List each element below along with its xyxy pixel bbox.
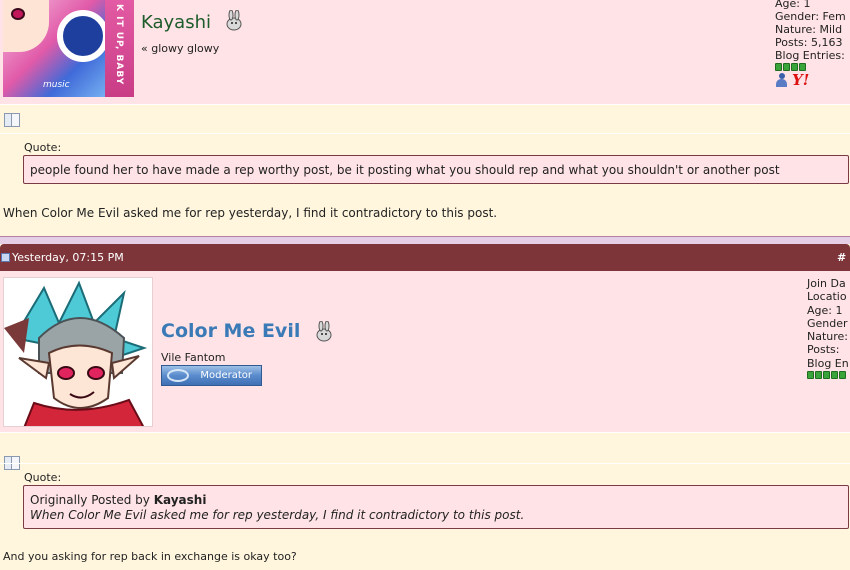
bunny-icon [226, 9, 242, 31]
post1-avatar[interactable]: K IT UP, BABY music [3, 0, 134, 97]
post2-userinfo: Join Da Locatio Age: 1 Gender Nature: Po… [807, 277, 849, 380]
avatar-eye-shape [11, 8, 25, 20]
post2-permalink[interactable]: # [837, 251, 846, 264]
moderator-badge: Moderator [161, 365, 262, 386]
rep-pip [831, 371, 838, 380]
divider [0, 432, 850, 433]
reputation-pips [807, 371, 849, 380]
divider [0, 133, 850, 134]
userinfo-line: Gender [807, 316, 848, 330]
userinfo-line: Blog Entries: [775, 49, 845, 62]
post-separator [0, 236, 850, 244]
rep-pip [807, 371, 814, 380]
userinfo-line: Gender: Fem [775, 10, 846, 23]
user-online-icon[interactable] [775, 73, 788, 87]
avatar-illustration [4, 278, 152, 426]
divider [0, 463, 850, 464]
quote-originally-label: Originally Posted by [30, 493, 150, 507]
avatar-headphone-shape [57, 10, 109, 62]
rep-pip [775, 63, 782, 71]
yahoo-icon[interactable]: Y! [792, 73, 809, 88]
post1-quote-box: people found her to have made a rep wort… [23, 155, 849, 184]
post1-body: When Color Me Evil asked me for rep yest… [3, 206, 498, 220]
post2-avatar[interactable] [3, 277, 153, 427]
userinfo-line: Age: 1 [775, 0, 811, 10]
avatar-stripe: K IT UP, BABY [105, 0, 134, 97]
rep-pip [815, 371, 822, 380]
post-doc-icon [3, 112, 20, 127]
post2-quote-text: When Color Me Evil asked me for rep yest… [30, 508, 525, 522]
reputation-pips [775, 63, 846, 71]
rep-pip [823, 371, 830, 380]
quote-attribution: Originally Posted by Kayashi [30, 493, 842, 508]
divider [0, 104, 850, 105]
post2-quote-label: Quote: [24, 471, 62, 484]
moderator-badge-label: Moderator [200, 370, 252, 381]
post-status-icon [1, 253, 10, 262]
post1-quote-label: Quote: [24, 141, 62, 154]
userinfo-line: Posts: [807, 343, 840, 357]
post1-username[interactable]: Kayashi [141, 9, 245, 33]
avatar-caption: music [43, 80, 70, 90]
post2-user-title: Vile Fantom [161, 351, 226, 364]
userinfo-line: Nature: [807, 330, 849, 344]
avatar-face-shape [3, 0, 49, 52]
post-doc-icon [3, 455, 20, 470]
contact-icons: Y! [775, 73, 846, 88]
post2-date: Yesterday, 07:15 PM [12, 251, 124, 264]
bunny-icon [316, 320, 332, 342]
avatar-stripe-text: K IT UP, BABY [114, 4, 124, 86]
post1-user-subtitle: « glowy glowy [141, 42, 220, 55]
badge-swirl-icon [167, 369, 189, 382]
quote-author: Kayashi [153, 493, 207, 507]
rep-pip [783, 63, 790, 71]
userinfo-line: Blog En [807, 356, 849, 370]
userinfo-line: Nature: Mild [775, 23, 843, 36]
userinfo-line: Locatio [807, 290, 847, 304]
rep-pip [791, 63, 798, 71]
post1-userinfo: Age: 1 Gender: Fem Nature: Mild Posts: 5… [775, 0, 846, 88]
rep-pip [799, 63, 806, 71]
post2-header-bar: Yesterday, 07:15 PM # [0, 244, 850, 271]
post2-quote-box: Originally Posted by Kayashi When Color … [23, 485, 849, 529]
userinfo-line: Age: 1 [807, 303, 843, 317]
post2-username-text[interactable]: Color Me Evil [161, 320, 300, 342]
userinfo-line: Posts: 5,163 [775, 36, 843, 49]
rep-pip [839, 371, 846, 380]
post2-username[interactable]: Color Me Evil [161, 320, 335, 343]
userinfo-line: Join Da [807, 277, 846, 290]
post1-username-text[interactable]: Kayashi [141, 12, 211, 33]
post2-body: And you asking for rep back in exchange … [3, 550, 297, 563]
post1-quote-text: people found her to have made a rep wort… [30, 163, 780, 177]
